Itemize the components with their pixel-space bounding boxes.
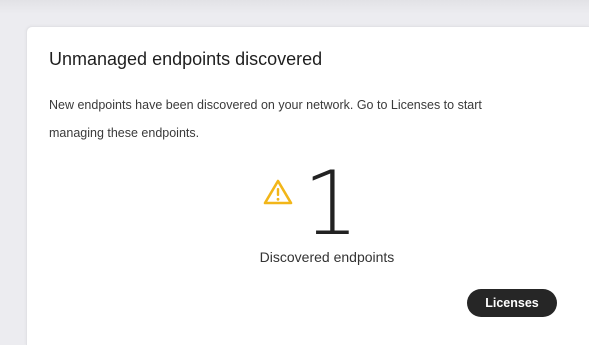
card-description: New endpoints have been discovered on yo… — [49, 98, 482, 140]
top-background-band — [0, 0, 589, 14]
licenses-button[interactable]: Licenses — [467, 289, 557, 317]
warning-icon — [263, 179, 293, 205]
unmanaged-endpoints-card: Unmanaged endpoints discovered New endpo… — [26, 26, 589, 345]
discovered-endpoints-count: 1 — [303, 152, 359, 255]
card-title: Unmanaged endpoints discovered — [49, 49, 323, 69]
discovered-endpoints-label: Discovered endpoints — [259, 249, 395, 265]
